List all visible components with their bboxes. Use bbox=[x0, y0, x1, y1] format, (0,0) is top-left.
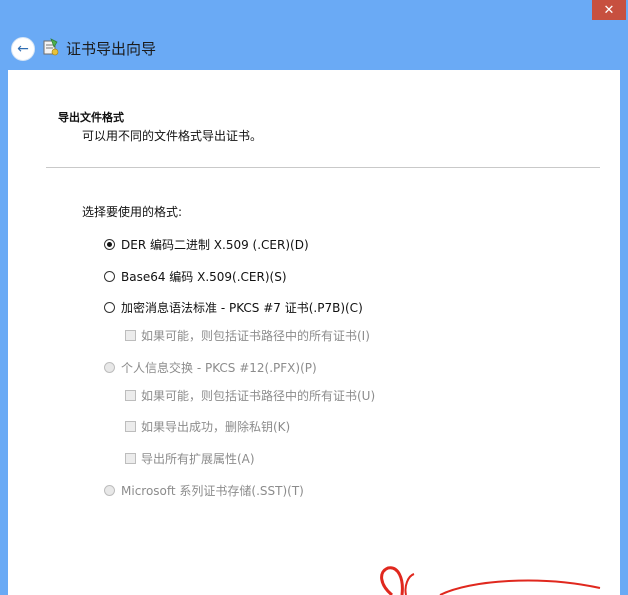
radio-der-indicator[interactable] bbox=[104, 239, 115, 250]
radio-der-label: DER 编码二进制 X.509 (.CER)(D) bbox=[121, 238, 309, 252]
checkbox-pkcs12-export-ext-label: 导出所有扩展属性(A) bbox=[141, 452, 255, 466]
back-button[interactable]: ← bbox=[11, 37, 35, 61]
close-button[interactable]: ✕ bbox=[592, 0, 626, 20]
radio-pkcs7-indicator[interactable] bbox=[104, 302, 115, 313]
radio-pkcs7[interactable]: 加密消息语法标准 - PKCS #7 证书(.P7B)(C) bbox=[104, 299, 363, 316]
checkbox-pkcs7-include-all-label: 如果可能，则包括证书路径中的所有证书(I) bbox=[141, 329, 370, 343]
checkbox-pkcs7-include-all-box bbox=[125, 330, 136, 341]
checkbox-pkcs12-include-all: 如果可能，则包括证书路径中的所有证书(U) bbox=[125, 387, 375, 404]
arrow-left-icon: ← bbox=[17, 41, 29, 57]
window-title: 证书导出向导 bbox=[66, 40, 157, 58]
checkbox-pkcs12-delete-key: 如果导出成功，删除私钥(K) bbox=[125, 418, 290, 435]
section-subtitle: 可以用不同的文件格式导出证书。 bbox=[82, 129, 263, 143]
title-bar: ✕ ← 证书导出向导 bbox=[0, 0, 628, 70]
checkbox-pkcs12-delete-key-box bbox=[125, 421, 136, 432]
checkbox-pkcs12-delete-key-label: 如果导出成功，删除私钥(K) bbox=[141, 420, 291, 434]
certificate-wizard-icon bbox=[43, 38, 59, 56]
checkbox-pkcs12-export-ext-box bbox=[125, 453, 136, 464]
radio-pkcs12: 个人信息交换 - PKCS #12(.PFX)(P) bbox=[104, 359, 317, 376]
radio-base64-label: Base64 编码 X.509(.CER)(S) bbox=[121, 270, 287, 284]
checkbox-pkcs12-include-all-box bbox=[125, 390, 136, 401]
wizard-content: 导出文件格式 可以用不同的文件格式导出证书。 选择要使用的格式: DER 编码二… bbox=[8, 70, 620, 595]
radio-der[interactable]: DER 编码二进制 X.509 (.CER)(D) bbox=[104, 236, 309, 253]
radio-base64-indicator[interactable] bbox=[104, 271, 115, 282]
radio-sst: Microsoft 系列证书存储(.SST)(T) bbox=[104, 482, 304, 499]
radio-sst-label: Microsoft 系列证书存储(.SST)(T) bbox=[121, 484, 304, 498]
radio-sst-indicator bbox=[104, 485, 115, 496]
checkbox-pkcs12-include-all-label: 如果可能，则包括证书路径中的所有证书(U) bbox=[141, 389, 376, 403]
close-icon: ✕ bbox=[603, 2, 615, 18]
section-title: 导出文件格式 bbox=[58, 111, 124, 124]
radio-pkcs7-label: 加密消息语法标准 - PKCS #7 证书(.P7B)(C) bbox=[121, 301, 363, 315]
radio-base64[interactable]: Base64 编码 X.509(.CER)(S) bbox=[104, 268, 287, 285]
format-prompt: 选择要使用的格式: bbox=[82, 205, 183, 219]
header-separator bbox=[46, 167, 600, 168]
checkbox-pkcs7-include-all: 如果可能，则包括证书路径中的所有证书(I) bbox=[125, 327, 370, 344]
checkbox-pkcs12-export-ext: 导出所有扩展属性(A) bbox=[125, 450, 255, 467]
radio-pkcs12-label: 个人信息交换 - PKCS #12(.PFX)(P) bbox=[121, 361, 317, 375]
radio-pkcs12-indicator bbox=[104, 362, 115, 373]
